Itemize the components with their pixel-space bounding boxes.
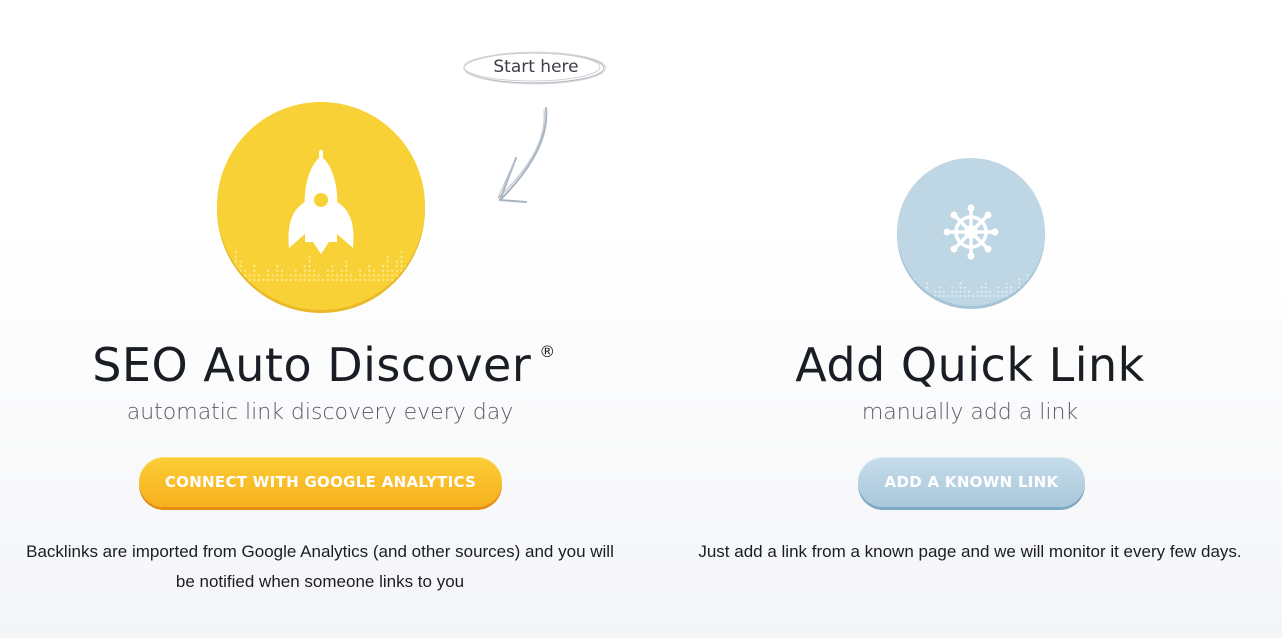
quick-link-description: Just add a link from a known page and we…: [698, 542, 1242, 561]
auto-discover-badge: [217, 102, 425, 310]
registered-mark: ®: [539, 342, 556, 361]
ship-wheel-icon: [913, 204, 1029, 297]
auto-discover-title: SEO Auto Discover ®: [0, 338, 640, 392]
auto-discover-title-text: SEO Auto Discover: [92, 338, 532, 392]
add-known-link-button[interactable]: ADD A KNOWN LINK: [858, 457, 1085, 507]
auto-discover-description: Backlinks are imported from Google Analy…: [26, 542, 614, 591]
quick-link-badge: [897, 158, 1045, 306]
auto-discover-panel: SEO Auto Discover ® automatic link discov…: [0, 0, 640, 638]
auto-discover-subtitle: automatic link discovery every day: [126, 400, 514, 425]
rocket-icon: [234, 150, 408, 282]
quick-link-subtitle: manually add a link: [861, 400, 1079, 425]
connect-google-analytics-button[interactable]: CONNECT WITH GOOGLE ANALYTICS: [139, 457, 502, 507]
quick-link-panel: Add Quick Link manually add a link ADD A…: [650, 0, 1282, 638]
quick-link-title: Add Quick Link: [795, 338, 1145, 392]
